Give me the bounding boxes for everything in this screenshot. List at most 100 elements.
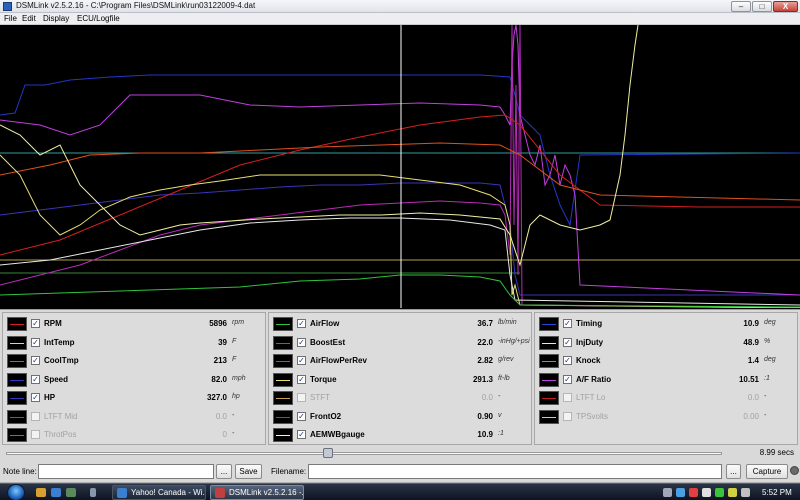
channel-row-fronto2[interactable]: ✓ FrontO2 0.90 v (269, 408, 531, 426)
swatch-line-icon (542, 324, 556, 325)
channel-color-swatch[interactable] (7, 335, 27, 350)
channel-color-swatch[interactable] (7, 372, 27, 387)
channel-checkbox[interactable] (31, 430, 40, 439)
channel-checkbox[interactable]: ✓ (297, 356, 306, 365)
filename-input[interactable] (308, 464, 722, 479)
channel-checkbox[interactable] (31, 411, 40, 421)
channel-checkbox[interactable] (297, 393, 306, 402)
channel-color-swatch[interactable] (273, 428, 293, 442)
tray-network-icon[interactable] (676, 488, 685, 497)
channel-color-swatch[interactable] (7, 409, 27, 424)
channel-color-swatch[interactable] (273, 372, 293, 387)
menu-edit[interactable]: Edit (22, 14, 36, 23)
close-button[interactable]: X (773, 1, 798, 12)
task-label: DSMLink v2.5.2.16 -... (229, 488, 304, 497)
channel-color-swatch[interactable] (273, 409, 293, 424)
channel-checkbox[interactable]: ✓ (563, 356, 572, 365)
channel-row-stft[interactable]: STFT 0.0- (269, 389, 531, 407)
channel-color-swatch[interactable] (539, 335, 559, 350)
channel-row-rpm[interactable]: ✓ RPM 5896 rpm (3, 315, 265, 333)
quicklaunch-folder-icon[interactable] (36, 488, 46, 497)
channel-row-inttemp[interactable]: ✓ IntTemp 39 F (3, 334, 265, 352)
channel-row-airflow[interactable]: ✓ AirFlow 36.7 lb/min (269, 315, 531, 333)
channel-color-swatch[interactable] (539, 354, 559, 368)
save-button[interactable]: Save (235, 464, 262, 479)
channel-color-swatch[interactable] (273, 354, 293, 368)
channel-color-swatch[interactable] (273, 317, 293, 331)
channel-color-swatch[interactable] (273, 335, 293, 350)
swatch-line-icon (10, 398, 24, 399)
swatch-line-icon (10, 416, 24, 418)
channel-color-swatch[interactable] (539, 372, 559, 387)
channel-checkbox[interactable]: ✓ (31, 374, 40, 384)
trace-purple-top (0, 25, 800, 296)
channel-color-swatch[interactable] (7, 317, 27, 331)
channel-color-swatch[interactable] (539, 409, 559, 424)
timeline-track[interactable] (6, 452, 722, 455)
channel-row-timing[interactable]: ✓ Timing 10.9 deg (535, 315, 797, 333)
filename-browse-button[interactable]: ... (726, 464, 741, 479)
tray-volume-icon[interactable] (741, 488, 750, 497)
capture-button[interactable]: Capture (746, 464, 788, 479)
channel-row-hp[interactable]: ✓ HP 327.0 hp (3, 389, 265, 407)
task-yahoo[interactable]: Yahoo! Canada - Wi... (112, 485, 206, 500)
channel-row-knock[interactable]: ✓ Knock 1.4 deg (535, 352, 797, 370)
timeline-thumb[interactable] (323, 448, 334, 458)
channel-panel: ✓ RPM 5896 rpm ✓ IntTemp 39 F ✓ CoolTmp 213 F ✓ Speed… (0, 309, 800, 446)
channel-color-swatch[interactable] (7, 391, 27, 405)
tray-expand-icon[interactable] (663, 488, 672, 497)
channel-checkbox[interactable]: ✓ (297, 411, 306, 421)
note-browse-button[interactable]: ... (216, 464, 232, 479)
resize-grip[interactable] (790, 466, 799, 475)
channel-row-airflowperrev[interactable]: ✓ AirFlowPerRev 2.82 g/rev (269, 352, 531, 370)
menu-file[interactable]: File (4, 14, 17, 23)
channel-color-swatch[interactable] (273, 391, 293, 405)
channel-color-swatch[interactable] (539, 391, 559, 405)
channel-row-aemwbgauge[interactable]: ✓ AEMWBgauge 10.9:1 (269, 426, 531, 444)
channel-checkbox[interactable]: ✓ (563, 319, 572, 328)
quicklaunch-more-icon[interactable] (90, 488, 96, 497)
channel-checkbox[interactable] (563, 393, 572, 402)
channel-checkbox[interactable] (563, 411, 572, 421)
swatch-line-icon (276, 342, 290, 344)
minimize-button[interactable]: – (731, 1, 751, 12)
swatch-line-icon (542, 361, 556, 362)
tray-security-icon[interactable] (689, 488, 698, 497)
channel-checkbox[interactable]: ✓ (31, 337, 40, 347)
channel-checkbox[interactable]: ✓ (297, 374, 306, 384)
task-dsmlink[interactable]: DSMLink v2.5.2.16 -... (210, 485, 304, 500)
channel-checkbox[interactable]: ✓ (563, 374, 572, 384)
channel-checkbox[interactable]: ✓ (563, 337, 572, 347)
log-plot[interactable] (0, 25, 800, 308)
quicklaunch-ie-icon[interactable] (51, 488, 61, 497)
taskbar-clock[interactable]: 5:52 PM (762, 488, 792, 497)
channel-checkbox[interactable]: ✓ (31, 356, 40, 365)
channel-row-throtpos[interactable]: ThrotPos 0- (3, 426, 265, 444)
channel-checkbox[interactable]: ✓ (31, 319, 40, 328)
channel-row-torque[interactable]: ✓ Torque 291.3 ft-lb (269, 371, 531, 389)
channel-row-cooltmp[interactable]: ✓ CoolTmp 213 F (3, 352, 265, 370)
channel-row-speed[interactable]: ✓ Speed 82.0 mph (3, 371, 265, 389)
channel-color-swatch[interactable] (539, 317, 559, 331)
start-button[interactable] (7, 484, 25, 500)
menu-ecu-logfile[interactable]: ECU/Logfile (77, 14, 120, 23)
channel-row-injduty[interactable]: ✓ InjDuty 48.9% (535, 334, 797, 352)
channel-checkbox[interactable]: ✓ (297, 319, 306, 328)
tray-app-icon[interactable] (715, 488, 724, 497)
channel-color-swatch[interactable] (7, 428, 27, 442)
channel-color-swatch[interactable] (7, 354, 27, 368)
channel-checkbox[interactable]: ✓ (297, 337, 306, 347)
channel-row-tpsvolts[interactable]: TPSvolts 0.00- (535, 408, 797, 426)
channel-checkbox[interactable]: ✓ (31, 393, 40, 402)
quicklaunch-desktop-icon[interactable] (66, 488, 76, 497)
channel-row-ltft-lo[interactable]: LTFT Lo 0.0- (535, 389, 797, 407)
tray-bluetooth-icon[interactable] (702, 488, 711, 497)
maximize-button[interactable]: □ (752, 1, 772, 12)
menu-display[interactable]: Display (43, 14, 69, 23)
tray-power-icon[interactable] (728, 488, 737, 497)
channel-checkbox[interactable]: ✓ (297, 430, 306, 439)
note-line-input[interactable] (38, 464, 214, 479)
channel-row-ltft-mid[interactable]: LTFT Mid 0.0- (3, 408, 265, 426)
channel-row-boostest[interactable]: ✓ BoostEst 22.0 -inHg/+psi (269, 334, 531, 352)
channel-row-a-f-ratio[interactable]: ✓ A/F Ratio 10.51:1 (535, 371, 797, 389)
